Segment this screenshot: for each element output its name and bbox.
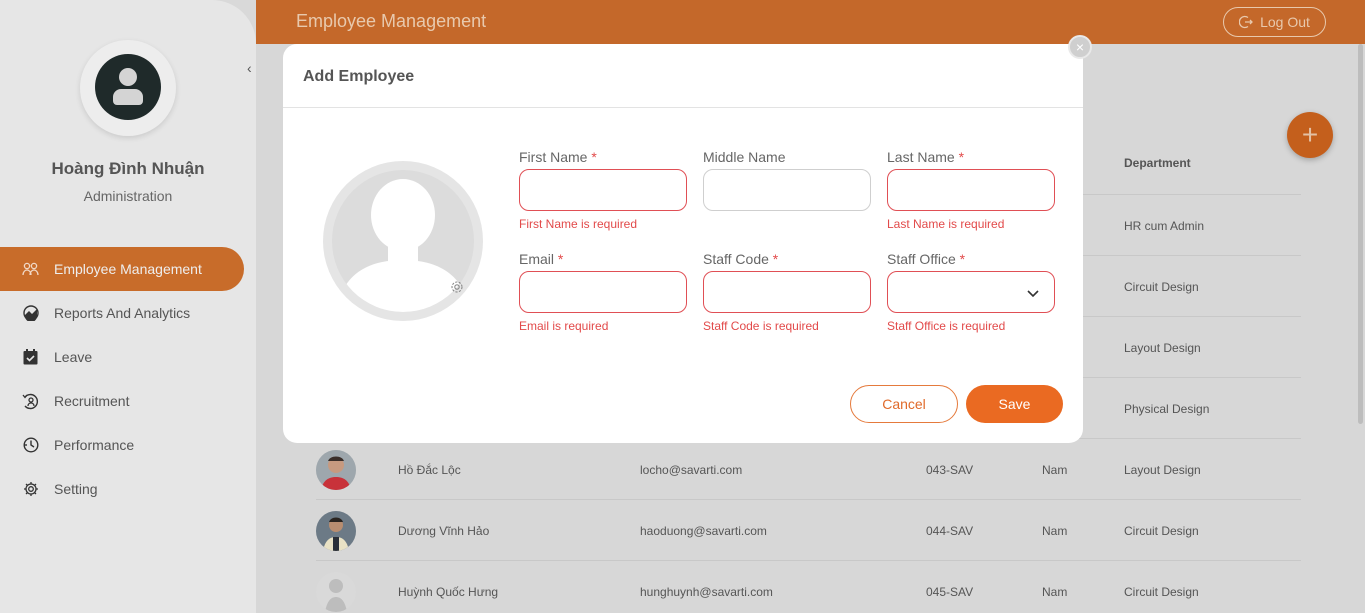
add-employee-fab[interactable]: + (1287, 112, 1333, 158)
last-name-error: Last Name is required (887, 217, 1005, 231)
middle-name-input[interactable] (703, 169, 871, 211)
employee-photo (316, 511, 356, 551)
email-error: Email is required (519, 319, 609, 333)
sidebar-item-label: Reports And Analytics (54, 305, 191, 321)
column-header-department: Department (1124, 156, 1191, 170)
modal-title: Add Employee (303, 68, 415, 85)
table-row[interactable]: Huỳnh Quốc Hưng hunghuynh@savarti.com 04… (316, 561, 1301, 613)
sidebar-item-label: Performance (54, 437, 135, 453)
sidebar-item-label: Leave (54, 349, 93, 365)
chart-icon (22, 305, 39, 322)
staff-code-label: Staff Code * (703, 251, 779, 267)
employee-department: Circuit Design (1124, 585, 1199, 599)
user-icon (95, 54, 161, 120)
middle-name-label: Middle Name (703, 149, 786, 165)
employee-email: locho@savarti.com (640, 463, 743, 477)
last-name-label: Last Name * (887, 149, 965, 165)
logout-button[interactable]: Log Out (1223, 7, 1326, 37)
employee-name: Hồ Đắc Lộc (398, 463, 461, 477)
add-employee-modal: Add Employee First Name * First Name is … (283, 44, 1083, 443)
employee-gender: Nam (1042, 585, 1068, 599)
employee-email: hunghuynh@savarti.com (640, 585, 773, 599)
sidebar-item-employee-management[interactable]: Employee Management (0, 247, 244, 291)
employee-code: 045-SAV (926, 585, 974, 599)
employee-name: Dương Vĩnh Hảo (398, 524, 490, 538)
page-title: Employee Management (296, 11, 487, 31)
staff-code-input[interactable] (703, 271, 871, 313)
avatar[interactable] (80, 40, 176, 136)
sidebar-nav: Employee Management Reports And Analytic… (0, 247, 256, 511)
sidebar-item-setting[interactable]: Setting (0, 467, 244, 511)
department-cell: Layout Design (1124, 341, 1201, 355)
staff-office-select[interactable] (887, 271, 1055, 313)
employee-department: Circuit Design (1124, 524, 1199, 538)
close-modal-button[interactable]: × (1068, 35, 1092, 59)
staff-office-error: Staff Office is required (887, 319, 1006, 333)
sidebar-item-reports[interactable]: Reports And Analytics (0, 291, 244, 335)
user-role: Administration (83, 188, 173, 204)
sidebar-item-label: Employee Management (54, 261, 202, 277)
logout-icon (1239, 15, 1253, 29)
email-input[interactable] (519, 271, 687, 313)
employee-photo-upload[interactable] (323, 161, 483, 321)
email-field: Email * Email is required (519, 251, 687, 333)
staff-code-error: Staff Code is required (703, 319, 819, 333)
sidebar-item-label: Setting (54, 481, 98, 497)
employee-email: haoduong@savarti.com (640, 524, 767, 538)
sidebar-item-leave[interactable]: Leave (0, 335, 244, 379)
recruit-icon (22, 393, 39, 410)
first-name-label: First Name * (519, 149, 597, 165)
last-name-field: Last Name * Last Name is required (887, 149, 1055, 231)
employee-photo (316, 572, 356, 612)
staff-office-label: Staff Office * (887, 251, 966, 267)
divider (283, 107, 1083, 108)
department-cell: Circuit Design (1124, 280, 1199, 294)
sidebar-item-performance[interactable]: Performance (0, 423, 244, 467)
collapse-sidebar-icon[interactable]: ‹ (247, 60, 252, 76)
first-name-error: First Name is required (519, 217, 638, 231)
first-name-field: First Name * First Name is required (519, 149, 687, 231)
table-row[interactable]: Hồ Đắc Lộc locho@savarti.com 043-SAV Nam… (316, 439, 1301, 500)
photo-settings-icon[interactable] (449, 279, 465, 295)
scrollbar[interactable] (1358, 44, 1363, 424)
employee-name: Huỳnh Quốc Hưng (398, 585, 499, 599)
employee-code: 043-SAV (926, 463, 974, 477)
top-header: Employee Management Log Out (256, 0, 1365, 44)
middle-name-field: Middle Name (703, 149, 871, 211)
employee-department: Layout Design (1124, 463, 1201, 477)
performance-icon (22, 437, 39, 454)
gear-icon (22, 481, 39, 498)
department-cell: Physical Design (1124, 402, 1210, 416)
staff-code-field: Staff Code * Staff Code is required (703, 251, 871, 333)
email-label: Email * (519, 251, 564, 267)
employee-code: 044-SAV (926, 524, 974, 538)
people-icon (22, 261, 39, 278)
staff-office-field: Staff Office * Staff Office is required (887, 251, 1055, 333)
sidebar-item-recruitment[interactable]: Recruitment (0, 379, 244, 423)
calendar-check-icon (22, 349, 39, 366)
department-cell: HR cum Admin (1124, 219, 1205, 233)
save-button[interactable]: Save (966, 385, 1063, 423)
table-row[interactable]: Dương Vĩnh Hảo haoduong@savarti.com 044-… (316, 500, 1301, 561)
cancel-button[interactable]: Cancel (850, 385, 958, 423)
last-name-input[interactable] (887, 169, 1055, 211)
employee-gender: Nam (1042, 524, 1068, 538)
logout-label: Log Out (1260, 14, 1310, 30)
sidebar-item-label: Recruitment (54, 393, 130, 409)
chevron-down-icon (1027, 290, 1039, 298)
user-name: Hoàng Đình Nhuận (51, 159, 205, 178)
first-name-input[interactable] (519, 169, 687, 211)
employee-photo (316, 450, 356, 490)
employee-gender: Nam (1042, 463, 1068, 477)
sidebar: Hoàng Đình Nhuận Administration Employee… (0, 0, 256, 613)
